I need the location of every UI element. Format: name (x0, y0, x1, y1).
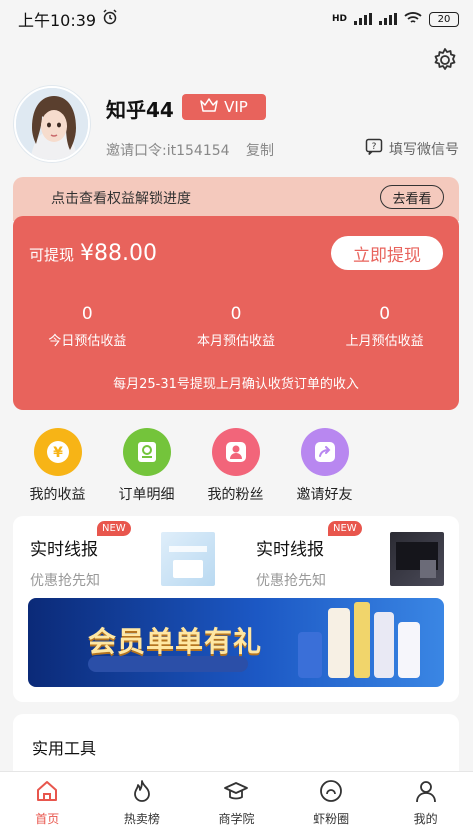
wechat-edit-icon: ? (365, 138, 383, 160)
fans-icon (211, 428, 260, 476)
new-badge: NEW (97, 521, 131, 536)
tab-circle[interactable]: 虾粉圈 (284, 772, 379, 825)
news-subtitle: 优惠抢先知 (30, 573, 100, 589)
status-bar: 上午10:39 HD 20 (0, 0, 473, 38)
nickname: 知乎44 (106, 98, 174, 122)
svg-text:?: ? (372, 142, 377, 152)
vip-badge[interactable]: VIP (182, 94, 266, 120)
order-detail-icon (122, 428, 171, 476)
withdrawable-balance: 可提现 ¥88.00 (29, 241, 157, 266)
promo-banner[interactable]: 会员单单有礼 (28, 598, 444, 687)
network-type: HD (331, 14, 347, 24)
stat-this-month[interactable]: 0 本月预估收益 (162, 304, 311, 349)
stat-last-month[interactable]: 0 上月预估收益 (310, 304, 459, 349)
tab-hot-list[interactable]: 热卖榜 (95, 772, 190, 825)
tools-card: 实用工具 (13, 714, 459, 774)
tab-label: 我的 (413, 812, 438, 825)
tab-mine[interactable]: 我的 (378, 772, 473, 825)
news-subtitle: 优惠抢先知 (256, 573, 326, 589)
yen-coin-icon: ¥ (33, 428, 82, 476)
profile-header: 知乎44 VIP 邀请口令:it154154 复制 ? 填写微信号 (14, 86, 459, 168)
tab-label: 商学院 (218, 812, 255, 825)
invite-code: 邀请口令:it154154 (106, 143, 230, 159)
bottom-tab-bar: 首页 热卖榜 商学院 虾粉圈 我的 (0, 771, 473, 825)
withdrawable-label: 可提现 (29, 246, 75, 264)
svg-text:¥: ¥ (53, 445, 63, 461)
stat-label: 上月预估收益 (345, 334, 424, 349)
signal-icon-2 (379, 13, 397, 25)
wifi-icon (404, 10, 422, 29)
new-badge: NEW (328, 521, 362, 536)
unlock-text: 点击查看权益解锁进度 (51, 191, 191, 207)
home-icon (34, 778, 60, 808)
menu-label: 订单明细 (118, 487, 175, 503)
withdrawable-amount: ¥88.00 (80, 241, 157, 266)
news-thumbnail (390, 532, 444, 586)
stat-value: 0 (379, 304, 391, 324)
user-icon (413, 778, 439, 808)
battery-icon: 20 (429, 11, 459, 27)
wechat-label: 填写微信号 (389, 142, 459, 158)
news-item-2[interactable]: 实时线报 NEW 优惠抢先知 (236, 516, 459, 596)
menu-order-detail[interactable]: 订单明细 (102, 428, 191, 504)
stat-today[interactable]: 0 今日预估收益 (13, 304, 162, 349)
menu-my-fans[interactable]: 我的粉丝 (191, 428, 280, 504)
menu-label: 邀请好友 (296, 487, 353, 503)
signal-icon (354, 13, 372, 25)
quick-menu: ¥ 我的收益 订单明细 我的粉丝 邀请好友 (13, 428, 459, 504)
earnings-stats: 0 今日预估收益 0 本月预估收益 0 上月预估收益 (13, 304, 459, 349)
vip-label: VIP (224, 98, 248, 116)
stat-label: 今日预估收益 (48, 334, 127, 349)
alarm-icon (102, 9, 118, 29)
earnings-card: 可提现 ¥88.00 立即提现 0 今日预估收益 0 本月预估收益 0 上月预估… (13, 216, 459, 410)
flame-icon (129, 778, 155, 808)
circle-icon (318, 778, 344, 808)
tab-home[interactable]: 首页 (0, 772, 95, 825)
unlock-progress-banner[interactable]: 点击查看权益解锁进度 去看看 (13, 177, 459, 221)
news-card: 实时线报 NEW 优惠抢先知 实时线报 NEW 优惠抢先知 会员单单有礼 (13, 516, 459, 702)
invite-share-icon (300, 428, 349, 476)
stat-value: 0 (230, 304, 242, 324)
promo-text: 会员单单有礼 (88, 625, 263, 658)
stat-label: 本月预估收益 (197, 334, 276, 349)
go-see-button[interactable]: 去看看 (380, 185, 444, 209)
tab-label: 热卖榜 (123, 812, 160, 825)
menu-invite-friends[interactable]: 邀请好友 (280, 428, 369, 504)
stat-value: 0 (81, 304, 93, 324)
withdraw-note: 每月25-31号提现上月确认收货订单的收入 (113, 377, 359, 392)
copy-button[interactable]: 复制 (246, 140, 274, 160)
news-item-1[interactable]: 实时线报 NEW 优惠抢先知 (13, 516, 236, 596)
graduation-cap-icon (223, 778, 249, 808)
news-title: 实时线报 (256, 540, 324, 560)
status-time: 上午10:39 (18, 11, 97, 30)
tools-title: 实用工具 (32, 739, 97, 758)
news-title: 实时线报 (30, 540, 98, 560)
tab-label: 虾粉圈 (313, 812, 350, 825)
crown-icon (200, 98, 218, 116)
settings-gear-icon[interactable] (431, 46, 459, 74)
news-thumbnail (161, 532, 215, 586)
tab-label: 首页 (35, 812, 60, 825)
withdraw-button[interactable]: 立即提现 (331, 236, 443, 270)
menu-my-earnings[interactable]: ¥ 我的收益 (13, 428, 102, 504)
tab-academy[interactable]: 商学院 (189, 772, 284, 825)
avatar[interactable] (14, 86, 90, 162)
menu-label: 我的粉丝 (207, 487, 264, 503)
menu-label: 我的收益 (29, 487, 86, 503)
fill-wechat-button[interactable]: ? 填写微信号 (365, 138, 459, 160)
